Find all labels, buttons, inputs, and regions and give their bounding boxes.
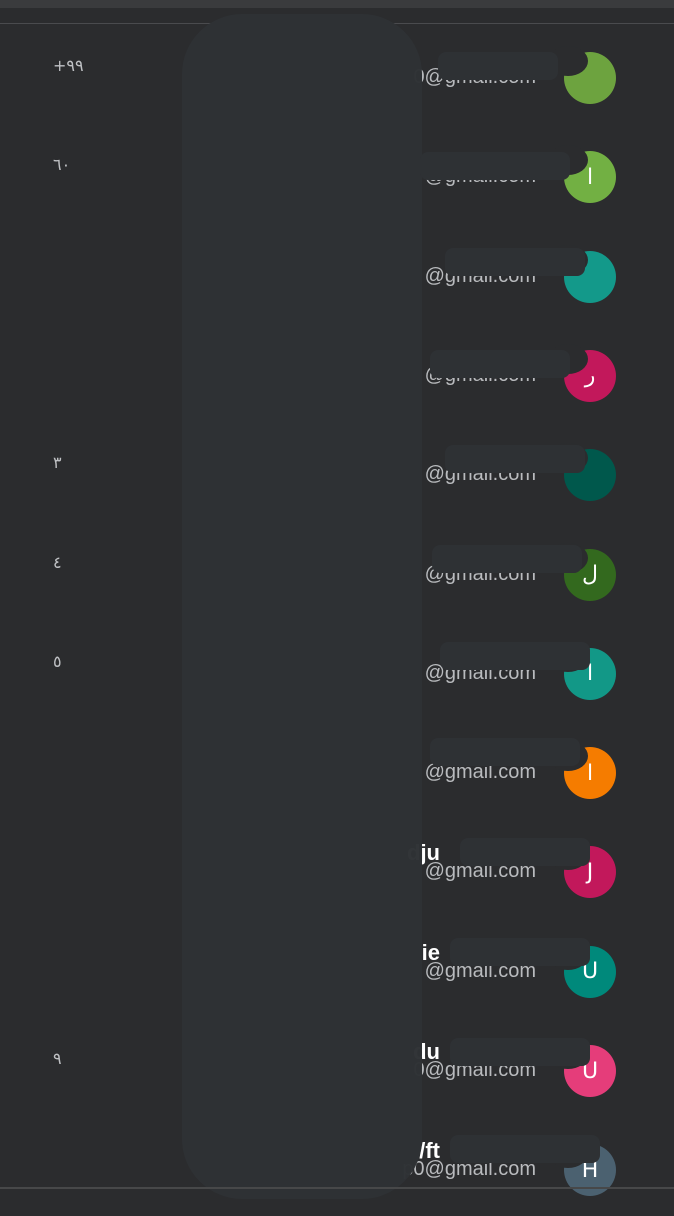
unread-count-badge: +٩٩ bbox=[53, 56, 84, 75]
redaction-overlay bbox=[432, 545, 582, 573]
redaction-overlay bbox=[182, 14, 422, 1199]
redaction-overlay bbox=[438, 52, 558, 80]
redaction-overlay bbox=[420, 152, 570, 180]
redaction-overlay bbox=[450, 1135, 600, 1163]
unread-count-badge: ٦٠ bbox=[53, 155, 71, 175]
bottom-divider bbox=[0, 1187, 674, 1189]
redaction-overlay bbox=[440, 642, 590, 670]
redaction-overlay bbox=[460, 838, 590, 866]
avatar-letter: ا bbox=[586, 760, 594, 786]
redaction-overlay bbox=[430, 350, 570, 378]
redaction-overlay bbox=[430, 738, 580, 766]
avatar-letter: ا bbox=[586, 164, 594, 190]
avatar-letter: J bbox=[586, 859, 594, 885]
unread-count-badge: ٣ bbox=[53, 453, 62, 473]
avatar-letter: ر bbox=[584, 363, 596, 389]
unread-count-badge: ٤ bbox=[53, 552, 62, 572]
redaction-overlay bbox=[445, 445, 585, 473]
redaction-overlay bbox=[445, 248, 585, 276]
unread-count-badge: ٥ bbox=[53, 651, 62, 671]
redaction-overlay bbox=[450, 938, 590, 966]
redaction-overlay bbox=[450, 1038, 590, 1066]
status-bar-strip bbox=[0, 0, 674, 8]
unread-count-badge: ٩ bbox=[53, 1049, 62, 1068]
